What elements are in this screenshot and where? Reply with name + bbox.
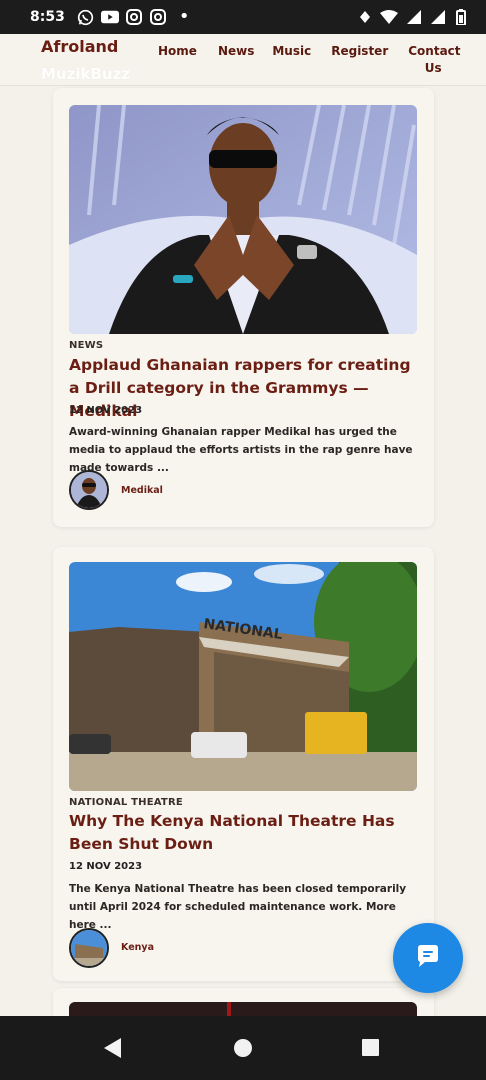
home-icon[interactable] bbox=[234, 1039, 252, 1057]
post-excerpt: The Kenya National Theatre has been clos… bbox=[69, 883, 407, 931]
chat-bubble-icon bbox=[414, 942, 442, 974]
post-category[interactable]: NATIONAL THEATRE bbox=[69, 797, 183, 808]
whatsapp-icon bbox=[77, 8, 95, 26]
youtube-icon bbox=[100, 8, 119, 26]
main-nav: Home News Music Register Contact Us bbox=[158, 43, 461, 77]
author-name[interactable]: Medikal bbox=[121, 485, 163, 496]
site-logo-subtitle[interactable]: MuzikBuzz bbox=[41, 64, 130, 84]
author-avatar[interactable] bbox=[69, 470, 109, 510]
notification-icons: • bbox=[77, 6, 190, 27]
post-date: 12 NOV 2023 bbox=[69, 861, 143, 872]
battery-icon bbox=[452, 8, 470, 26]
post-excerpt: Award-winning Ghanaian rapper Medikal ha… bbox=[69, 426, 413, 474]
recent-apps-icon[interactable] bbox=[362, 1039, 379, 1056]
site-logo[interactable]: Afroland bbox=[41, 37, 118, 57]
nav-home-link[interactable]: Home bbox=[158, 43, 197, 77]
post-card[interactable]: NEWS Applaud Ghanaian rappers for creati… bbox=[53, 88, 434, 527]
status-bar: 8:53 • bbox=[0, 0, 486, 34]
vibrate-icon bbox=[356, 8, 374, 26]
nav-news-link[interactable]: News bbox=[218, 43, 254, 77]
nav-register-link[interactable]: Register bbox=[331, 43, 388, 77]
post-image[interactable]: NATIONAL bbox=[69, 562, 417, 791]
status-time: 8:53 bbox=[30, 9, 65, 25]
more-notifications-dot: • bbox=[178, 6, 190, 27]
back-icon[interactable] bbox=[104, 1038, 122, 1062]
wifi-icon bbox=[380, 8, 398, 26]
instagram-icon bbox=[149, 8, 167, 26]
chat-button[interactable] bbox=[393, 923, 463, 993]
site-header: Afroland MuzikBuzz Home News Music Regis… bbox=[0, 34, 486, 86]
android-navigation-bar bbox=[0, 1016, 486, 1080]
post-card[interactable]: NATIONAL NATIONAL THEATRE Why The Kenya … bbox=[53, 547, 434, 981]
signal-icon bbox=[428, 8, 446, 26]
post-category[interactable]: NEWS bbox=[69, 340, 103, 351]
post-image[interactable] bbox=[69, 105, 417, 334]
author-name[interactable]: Kenya bbox=[121, 942, 154, 953]
signal-4g-icon bbox=[404, 8, 422, 26]
nav-music-link[interactable]: Music bbox=[272, 43, 311, 77]
post-title[interactable]: Why The Kenya National Theatre Has Been … bbox=[69, 810, 425, 856]
author-avatar[interactable] bbox=[69, 928, 109, 968]
post-date: 12 NOV 2023 bbox=[69, 405, 143, 416]
system-icons bbox=[356, 8, 470, 26]
instagram-icon bbox=[125, 8, 143, 26]
nav-contact-link[interactable]: Contact Us bbox=[408, 43, 460, 77]
